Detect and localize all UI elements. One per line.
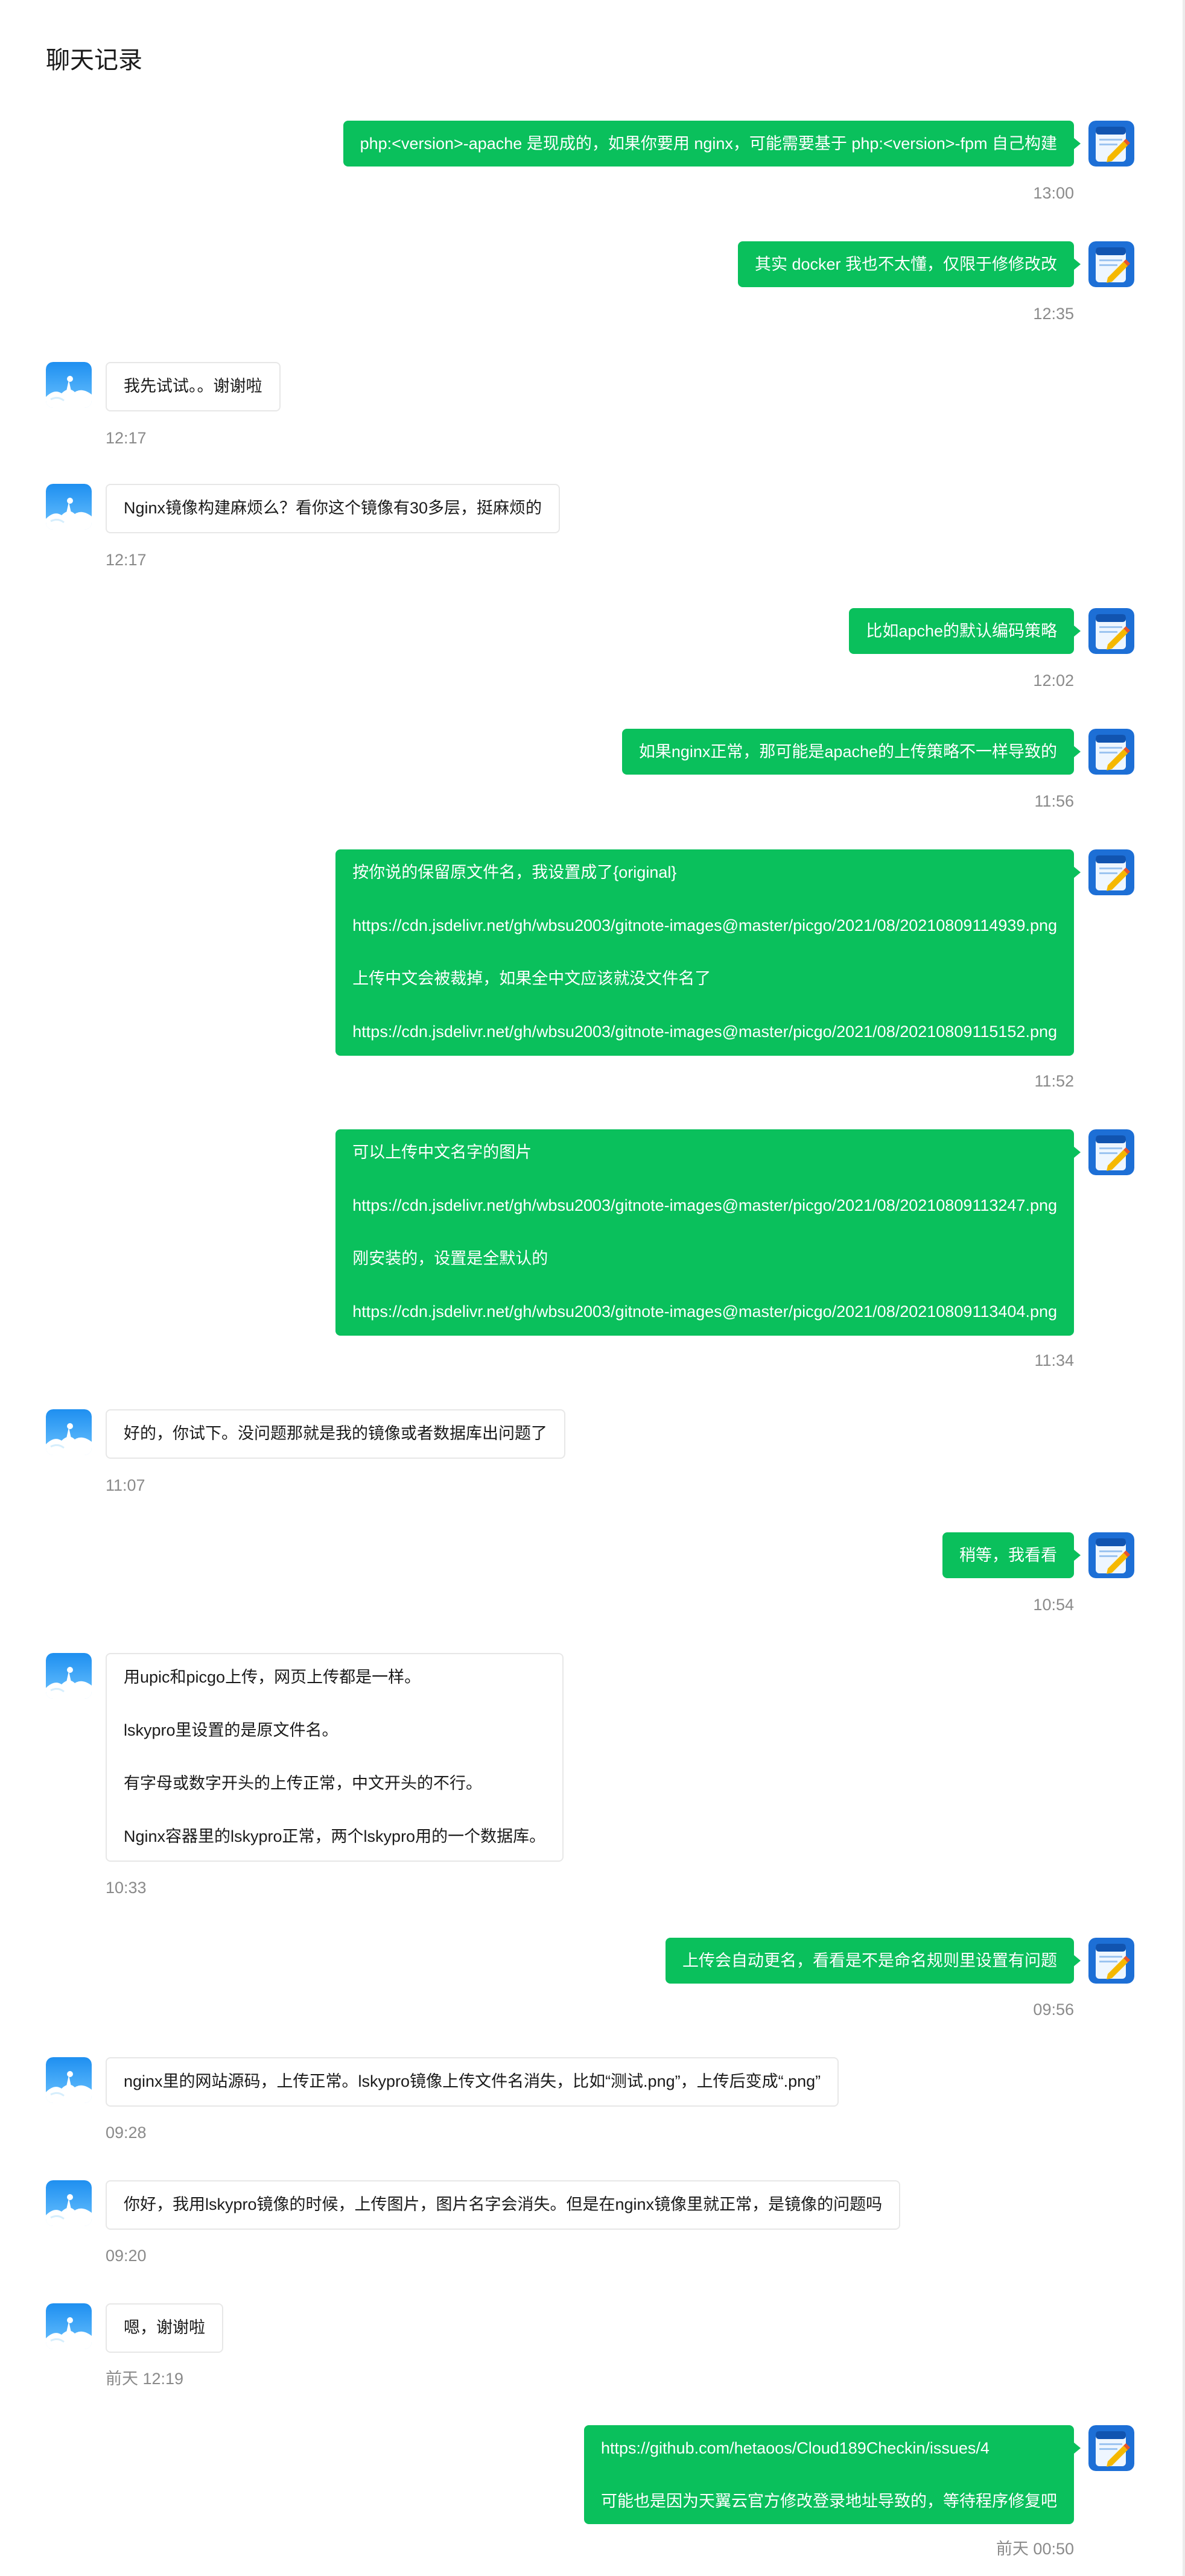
message-text: nginx里的网站源码，上传正常。lskypro镜像上传文件名消失，比如“测试.…	[124, 2072, 821, 2090]
message-text: Nginx镜像构建麻烦么？看你这个镜像有30多层，挺麻烦的	[124, 499, 542, 517]
message-timestamp: 11:07	[106, 1476, 145, 1494]
message-text: https://cdn.jsdelivr.net/gh/wbsu2003/git…	[352, 1302, 1057, 1321]
message-bubble[interactable]: 上传会自动更名，看看是不是命名规则里设置有问题	[666, 1938, 1081, 1984]
message-text: 可能也是因为天翼云官方修改登录地址导致的，等待程序修复吧	[601, 2492, 1057, 2510]
message-text: 好的，你试下。没问题那就是我的镜像或者数据库出问题了	[124, 1424, 547, 1442]
message-bubble[interactable]: 嗯，谢谢啦	[106, 2303, 223, 2353]
notepad-app-icon	[1088, 121, 1134, 167]
message-timestamp: 10:54	[1033, 1596, 1074, 1614]
message-timestamp: 09:28	[106, 2124, 147, 2142]
message-bubble[interactable]: 好的，你试下。没问题那就是我的镜像或者数据库出问题了	[106, 1409, 565, 1459]
my-avatar[interactable]	[1088, 2425, 1134, 2471]
my-avatar[interactable]	[1088, 608, 1134, 654]
page-title: 聊天记录	[46, 47, 142, 74]
message-bubble[interactable]: 用upic和picgo上传，网页上传都是一样。 lskypro里设置的是原文件名。…	[106, 1653, 564, 1862]
message-bubble[interactable]: https://github.com/hetaoos/Cloud189Check…	[584, 2425, 1081, 2524]
message-text: 可以上传中文名字的图片	[352, 1143, 532, 1161]
snowy-landscape-avatar	[46, 2303, 92, 2349]
message-timestamp: 12:17	[106, 551, 147, 569]
notepad-app-icon	[1088, 1129, 1134, 1175]
my-avatar[interactable]	[1088, 1532, 1134, 1578]
snowy-landscape-avatar	[46, 2057, 92, 2103]
message-text: 稍等，我看看	[959, 1546, 1057, 1564]
message-text: 用upic和picgo上传，网页上传都是一样。	[124, 1668, 421, 1686]
message-bubble[interactable]: 按你说的保留原文件名，我设置成了{original} https://cdn.js…	[335, 849, 1081, 1056]
my-avatar[interactable]	[1088, 849, 1134, 895]
contact-avatar[interactable]	[46, 484, 92, 530]
message-bubble[interactable]: 可以上传中文名字的图片 https://cdn.jsdelivr.net/gh/w…	[335, 1129, 1081, 1336]
message-timestamp: 前天 00:50	[996, 2540, 1074, 2558]
my-avatar[interactable]	[1088, 121, 1134, 167]
message-text: 你好，我用lskypro镜像的时候，上传图片，图片名字会消失。但是在nginx镜…	[124, 2195, 883, 2213]
message-text: 嗯，谢谢啦	[124, 2318, 205, 2336]
snowy-landscape-avatar	[46, 2180, 92, 2226]
snowy-landscape-avatar	[46, 1653, 92, 1699]
message-text: 上传会自动更名，看看是不是命名规则里设置有问题	[682, 1952, 1057, 1970]
notepad-app-icon	[1088, 608, 1134, 654]
message-timestamp: 09:56	[1033, 2000, 1074, 2019]
contact-avatar[interactable]	[46, 2303, 92, 2349]
notepad-app-icon	[1088, 2425, 1134, 2471]
scrollbar-track[interactable]	[1183, 0, 1185, 2576]
message-timestamp: 12:35	[1033, 305, 1074, 323]
message-text: https://cdn.jsdelivr.net/gh/wbsu2003/git…	[352, 916, 1057, 934]
message-text: 有字母或数字开头的上传正常，中文开头的不行。	[124, 1774, 482, 1792]
my-avatar[interactable]	[1088, 241, 1134, 287]
contact-avatar[interactable]	[46, 1653, 92, 1699]
message-text: 上传中文会被裁掉，如果全中文应该就没文件名了	[352, 969, 711, 988]
contact-avatar[interactable]	[46, 2057, 92, 2103]
message-text: 刚安装的，设置是全默认的	[352, 1249, 548, 1267]
message-timestamp: 09:20	[106, 2247, 147, 2265]
contact-avatar[interactable]	[46, 1409, 92, 1455]
contact-avatar[interactable]	[46, 362, 92, 408]
my-avatar[interactable]	[1088, 729, 1134, 775]
my-avatar[interactable]	[1088, 1129, 1134, 1175]
message-bubble[interactable]: php:<version>-apache 是现成的，如果你要用 nginx，可能…	[343, 121, 1081, 167]
message-bubble[interactable]: Nginx镜像构建麻烦么？看你这个镜像有30多层，挺麻烦的	[106, 484, 561, 533]
message-bubble[interactable]: 稍等，我看看	[942, 1532, 1081, 1578]
message-text: 如果nginx正常，那可能是apache的上传策略不一样导致的	[638, 743, 1057, 761]
snowy-landscape-avatar	[46, 362, 92, 408]
snowy-landscape-avatar	[46, 484, 92, 530]
message-text: Nginx容器里的lskypro正常，两个lskypro用的一个数据库。	[124, 1827, 546, 1845]
snowy-landscape-avatar	[46, 1409, 92, 1455]
message-text: 我先试试。。谢谢啦	[124, 377, 262, 395]
message-text: https://cdn.jsdelivr.net/gh/wbsu2003/git…	[352, 1196, 1057, 1214]
message-timestamp: 11:34	[1034, 1351, 1074, 1369]
contact-avatar[interactable]	[46, 2180, 92, 2226]
message-timestamp: 12:02	[1033, 671, 1074, 690]
message-bubble[interactable]: 比如apche的默认编码策略	[849, 608, 1081, 654]
message-timestamp: 12:17	[106, 429, 147, 447]
message-bubble[interactable]: nginx里的网站源码，上传正常。lskypro镜像上传文件名消失，比如“测试.…	[106, 2057, 839, 2107]
message-text: php:<version>-apache 是现成的，如果你要用 nginx，可能…	[360, 135, 1057, 153]
message-bubble[interactable]: 如果nginx正常，那可能是apache的上传策略不一样导致的	[621, 729, 1081, 775]
message-text: https://github.com/hetaoos/Cloud189Check…	[601, 2439, 990, 2457]
notepad-app-icon	[1088, 1938, 1134, 1984]
message-bubble[interactable]: 其实 docker 我也不太懂，仅限于修修改改	[737, 241, 1081, 287]
message-timestamp: 11:56	[1034, 792, 1074, 810]
message-timestamp: 13:00	[1033, 184, 1074, 202]
my-avatar[interactable]	[1088, 1938, 1134, 1984]
message-text: 按你说的保留原文件名，我设置成了{original}	[352, 863, 677, 881]
message-text: https://cdn.jsdelivr.net/gh/wbsu2003/git…	[352, 1023, 1057, 1041]
notepad-app-icon	[1088, 729, 1134, 775]
message-timestamp: 11:52	[1034, 1072, 1074, 1090]
message-bubble[interactable]: 我先试试。。谢谢啦	[106, 362, 281, 411]
message-timestamp: 10:33	[106, 1879, 147, 1897]
notepad-app-icon	[1088, 241, 1134, 287]
message-text: 比如apche的默认编码策略	[866, 622, 1057, 640]
notepad-app-icon	[1088, 1532, 1134, 1578]
notepad-app-icon	[1088, 849, 1134, 895]
message-text: lskypro里设置的是原文件名。	[124, 1721, 338, 1739]
message-timestamp: 前天 12:19	[106, 2370, 184, 2388]
chat-history-page: 聊天记录 php:<version>-apache 是现成的，如果你要用 ngi…	[0, 0, 1185, 2576]
message-text: 其实 docker 我也不太懂，仅限于修修改改	[754, 255, 1057, 273]
message-bubble[interactable]: 你好，我用lskypro镜像的时候，上传图片，图片名字会消失。但是在nginx镜…	[106, 2180, 901, 2230]
